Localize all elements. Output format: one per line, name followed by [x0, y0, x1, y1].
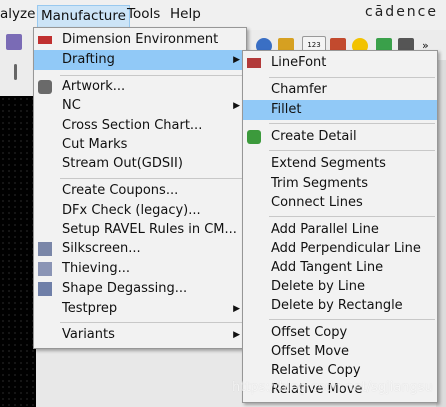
menu-separator — [269, 77, 435, 78]
menu-item-connect-lines[interactable]: Connect Lines — [243, 193, 437, 213]
manufacture-menu: Dimension Environment Drafting ▶ Artwork… — [33, 27, 247, 349]
menu-item-offset-copy[interactable]: Offset Copy — [243, 323, 437, 343]
menu-item-nc[interactable]: NC ▶ — [34, 96, 246, 116]
menu-item-chamfer[interactable]: Chamfer — [243, 80, 437, 100]
menu-tools[interactable]: Tools — [127, 6, 160, 22]
submenu-arrow-icon: ▶ — [233, 304, 240, 314]
menu-separator — [60, 75, 244, 76]
menu-item-add-perpendicular-line[interactable]: Add Perpendicular Line — [243, 239, 437, 259]
submenu-arrow-icon: ▶ — [233, 55, 240, 65]
menu-help[interactable]: Help — [170, 6, 201, 22]
menu-item-testprep[interactable]: Testprep ▶ — [34, 299, 246, 319]
menu-item-thieving[interactable]: Thieving... — [34, 259, 246, 279]
dimension-icon — [38, 36, 52, 44]
create-detail-icon — [247, 130, 261, 144]
submenu-arrow-icon: ▶ — [233, 330, 240, 340]
menu-item-shape-degassing[interactable]: Shape Degassing... — [34, 279, 246, 299]
menu-item-trim-segments[interactable]: Trim Segments — [243, 174, 437, 194]
menu-item-delete-by-rectangle[interactable]: Delete by Rectangle — [243, 296, 437, 316]
left-toolbar — [0, 30, 36, 96]
menu-manufacture[interactable]: Manufacture — [37, 5, 130, 28]
submenu-arrow-icon: ▶ — [233, 101, 240, 111]
menu-item-create-detail[interactable]: Create Detail — [243, 127, 437, 147]
silkscreen-icon — [38, 242, 52, 256]
menu-item-variants[interactable]: Variants ▶ — [34, 325, 246, 345]
menu-separator — [269, 216, 435, 217]
drafting-submenu: LineFont Chamfer Fillet Create Detail Ex… — [242, 50, 438, 403]
menu-separator — [269, 319, 435, 320]
menu-separator — [269, 150, 435, 151]
menu-separator — [60, 322, 244, 323]
menu-item-silkscreen[interactable]: Silkscreen... — [34, 239, 246, 259]
menu-analyze[interactable]: alyze — [0, 6, 35, 22]
menu-separator — [269, 123, 435, 124]
watermark: https://blog.csdn.net/sgjiangsu — [232, 380, 433, 395]
menu-item-stream-out[interactable]: Stream Out(GDSII) — [34, 154, 246, 174]
thieving-icon — [38, 262, 52, 276]
toolbar-grip-icon — [14, 64, 17, 80]
menu-item-drafting[interactable]: Drafting ▶ — [34, 50, 246, 70]
cadence-logo: cādence — [365, 4, 438, 20]
menu-item-create-coupons[interactable]: Create Coupons... — [34, 181, 246, 201]
menu-item-add-tangent-line[interactable]: Add Tangent Line — [243, 258, 437, 278]
menu-item-linefont[interactable]: LineFont — [243, 53, 437, 73]
menu-item-setup-ravel-rules[interactable]: Setup RAVEL Rules in CM... — [34, 220, 246, 240]
design-canvas[interactable] — [0, 96, 36, 407]
menu-item-add-parallel-line[interactable]: Add Parallel Line — [243, 220, 437, 240]
menu-item-artwork[interactable]: Artwork... — [34, 77, 246, 97]
menu-item-relative-copy[interactable]: Relative Copy — [243, 361, 437, 381]
menu-item-extend-segments[interactable]: Extend Segments — [243, 154, 437, 174]
degassing-icon — [38, 282, 52, 296]
menu-item-dfx-check[interactable]: DFx Check (legacy)... — [34, 201, 246, 221]
menu-item-offset-move[interactable]: Offset Move — [243, 342, 437, 362]
menu-item-delete-by-line[interactable]: Delete by Line — [243, 277, 437, 297]
menu-bar: alyze Manufacture Tools Help cādence — [0, 0, 446, 30]
toolbar-3d-icon[interactable] — [6, 34, 22, 50]
menu-item-cross-section-chart[interactable]: Cross Section Chart... — [34, 116, 246, 136]
menu-item-fillet[interactable]: Fillet — [243, 100, 437, 120]
linefont-icon — [247, 58, 261, 68]
menu-item-dimension-environment[interactable]: Dimension Environment — [34, 30, 246, 50]
menu-item-cut-marks[interactable]: Cut Marks — [34, 135, 246, 155]
menu-separator — [60, 178, 244, 179]
artwork-icon — [38, 80, 52, 94]
